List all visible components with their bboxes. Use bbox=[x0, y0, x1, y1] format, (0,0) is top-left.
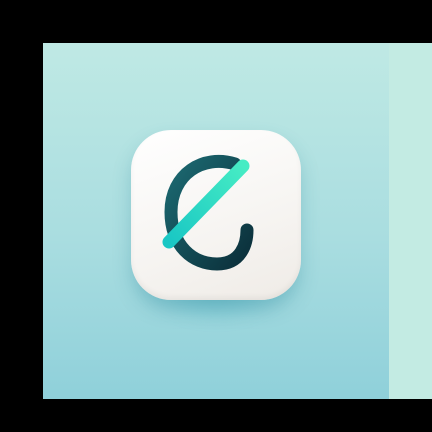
app-icon-tile bbox=[131, 130, 301, 300]
background-side-strip bbox=[389, 43, 432, 399]
letter-g-plus-slash-icon bbox=[162, 154, 278, 273]
image-canvas bbox=[0, 0, 432, 432]
